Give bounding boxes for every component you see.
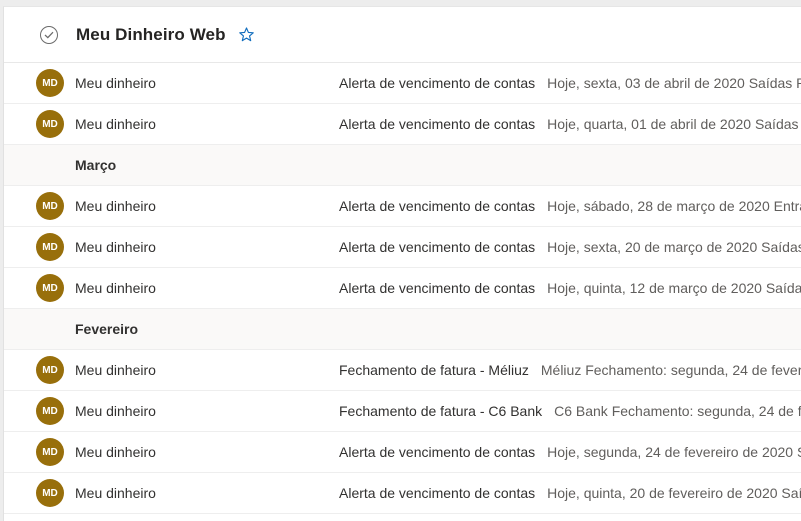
- message-row[interactable]: MD Meu dinheiro Alerta de vencimento de …: [4, 473, 801, 514]
- message-preview: Méliuz Fechamento: segunda, 24 de fevere: [540, 362, 801, 378]
- message-subject: Alerta de vencimento de contas: [339, 116, 536, 132]
- message-preview: Hoje, segunda, 24 de fevereiro de 2020 S…: [547, 444, 801, 460]
- folder-header: Meu Dinheiro Web: [4, 7, 801, 63]
- message-sender: Meu dinheiro: [75, 485, 156, 501]
- message-sender: Meu dinheiro: [75, 198, 156, 214]
- avatar: MD: [36, 397, 64, 425]
- message-row[interactable]: MD Meu dinheiro Alerta de vencimento de …: [4, 63, 801, 104]
- avatar: MD: [36, 110, 64, 138]
- avatar: MD: [36, 438, 64, 466]
- message-row[interactable]: MD Meu dinheiro Fechamento de fatura - M…: [4, 350, 801, 391]
- message-subject: Alerta de vencimento de contas: [339, 198, 536, 214]
- message-row[interactable]: MD Meu dinheiro Alerta de vencimento de …: [4, 227, 801, 268]
- message-sender: Meu dinheiro: [75, 444, 156, 460]
- star-outline-icon[interactable]: [238, 26, 255, 43]
- message-preview: Hoje, quinta, 20 de fevereiro de 2020 Sa…: [547, 485, 801, 501]
- message-sender: Meu dinheiro: [75, 362, 156, 378]
- message-subject: Alerta de vencimento de contas: [339, 75, 536, 91]
- message-row[interactable]: MD Meu dinheiro Alerta de vencimento de …: [4, 104, 801, 145]
- group-label: Fevereiro: [75, 321, 139, 337]
- message-sender: Meu dinheiro: [75, 239, 156, 255]
- message-preview: Hoje, quinta, 12 de março de 2020 Saídas: [547, 280, 801, 296]
- message-sender: Meu dinheiro: [75, 75, 156, 91]
- message-sender: Meu dinheiro: [75, 403, 156, 419]
- message-subject: Alerta de vencimento de contas: [339, 239, 536, 255]
- folder-title: Meu Dinheiro Web: [76, 24, 226, 44]
- avatar: MD: [36, 69, 64, 97]
- checkmark-icon: [44, 31, 54, 38]
- check-circle-icon[interactable]: [40, 25, 58, 44]
- message-subject: Fechamento de fatura - C6 Bank: [339, 403, 543, 419]
- mail-folder-view: Meu Dinheiro Web MD Meu dinheiro Alerta …: [3, 6, 801, 521]
- message-row[interactable]: MD Meu dinheiro Alerta de vencimento de …: [4, 186, 801, 227]
- group-label: Março: [75, 157, 117, 173]
- message-preview: Hoje, sexta, 03 de abril de 2020 Saídas …: [547, 75, 801, 91]
- message-preview: C6 Bank Fechamento: segunda, 24 de fev: [554, 403, 801, 419]
- group-header-marco[interactable]: Março: [4, 145, 801, 186]
- avatar: MD: [36, 192, 64, 220]
- message-sender: Meu dinheiro: [75, 280, 156, 296]
- message-preview: Hoje, quarta, 01 de abril de 2020 Saídas…: [547, 116, 801, 132]
- message-row[interactable]: MD Meu dinheiro Alerta de vencimento de …: [4, 268, 801, 309]
- message-sender: Meu dinheiro: [75, 116, 156, 132]
- message-preview: Hoje, sexta, 20 de março de 2020 Saídas …: [547, 239, 801, 255]
- message-subject: Alerta de vencimento de contas: [339, 280, 536, 296]
- group-header-fevereiro[interactable]: Fevereiro: [4, 309, 801, 350]
- message-list: MD Meu dinheiro Alerta de vencimento de …: [4, 63, 801, 514]
- message-row[interactable]: MD Meu dinheiro Fechamento de fatura - C…: [4, 391, 801, 432]
- avatar: MD: [36, 274, 64, 302]
- message-subject: Alerta de vencimento de contas: [339, 444, 536, 460]
- avatar: MD: [36, 479, 64, 507]
- message-subject: Fechamento de fatura - Méliuz: [339, 362, 529, 378]
- avatar: MD: [36, 356, 64, 384]
- message-preview: Hoje, sábado, 28 de março de 2020 Entrad: [547, 198, 801, 214]
- message-subject: Alerta de vencimento de contas: [339, 485, 536, 501]
- avatar: MD: [36, 233, 64, 261]
- message-row[interactable]: MD Meu dinheiro Alerta de vencimento de …: [4, 432, 801, 473]
